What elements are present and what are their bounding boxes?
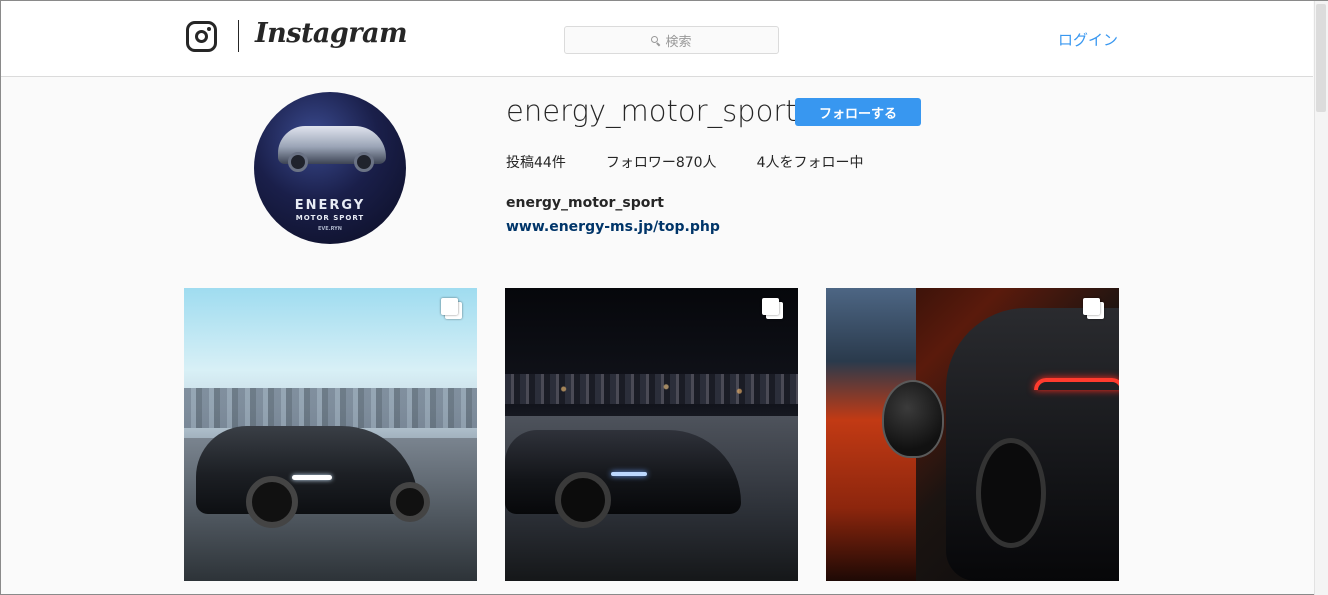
post-image-car bbox=[946, 308, 1119, 581]
profile-stats: 投稿44件 フォロワー870人 4人をフォロー中 bbox=[506, 152, 903, 172]
post-thumbnail[interactable] bbox=[184, 288, 477, 581]
instagram-camera-icon[interactable] bbox=[186, 21, 217, 52]
post-image-headlight bbox=[292, 475, 332, 480]
profile-full-name: energy_motor_sport bbox=[506, 195, 664, 211]
post-image-city-lights bbox=[505, 378, 798, 400]
post-thumbnail[interactable] bbox=[826, 288, 1119, 581]
instagram-wordmark[interactable]: Instagram bbox=[255, 18, 408, 49]
profile-avatar: ENERGY MOTOR SPORT EVE.RYN bbox=[254, 92, 406, 244]
multi-photo-icon bbox=[441, 298, 462, 319]
search-placeholder: 検索 bbox=[665, 34, 692, 50]
profile-website-link[interactable]: www.energy-ms.jp/top.php bbox=[506, 219, 720, 235]
profile-username: energy_motor_sport bbox=[506, 94, 797, 128]
follow-button[interactable]: フォローする bbox=[795, 98, 921, 126]
followers-count[interactable]: フォロワー870人 bbox=[606, 152, 717, 172]
post-thumbnail[interactable] bbox=[505, 288, 798, 581]
post-image-headlight bbox=[611, 472, 647, 476]
search-input[interactable]: 検索 bbox=[564, 26, 779, 54]
avatar-logo-subtext: MOTOR SPORT bbox=[295, 214, 365, 222]
login-link[interactable]: ログイン bbox=[1058, 29, 1118, 50]
camera-flash-dot bbox=[207, 27, 211, 31]
avatar-logo-tagline: EVE.RYN bbox=[318, 226, 342, 232]
post-image-wheel bbox=[555, 472, 611, 528]
post-image-wheel bbox=[976, 438, 1046, 548]
posts-count: 投稿44件 bbox=[506, 155, 566, 171]
following-count[interactable]: 4人をフォロー中 bbox=[757, 152, 864, 172]
post-image-taillight bbox=[1034, 378, 1119, 390]
search-icon bbox=[651, 35, 660, 45]
post-image-helmet bbox=[882, 380, 944, 458]
post-image-skyline bbox=[184, 388, 477, 428]
multi-photo-icon bbox=[1083, 298, 1104, 319]
post-image-car bbox=[196, 426, 418, 514]
camera-lens bbox=[195, 30, 208, 43]
multi-photo-icon bbox=[762, 298, 783, 319]
avatar-logo-text: ENERGY bbox=[294, 198, 366, 213]
post-image-wheel bbox=[246, 476, 298, 528]
avatar-car-wheel bbox=[354, 152, 374, 172]
vertical-scrollbar[interactable] bbox=[1314, 1, 1328, 595]
post-image-wheel bbox=[390, 482, 430, 522]
avatar-car-wheel bbox=[288, 152, 308, 172]
scrollbar-thumb[interactable] bbox=[1316, 4, 1326, 112]
logo-divider bbox=[238, 20, 239, 52]
